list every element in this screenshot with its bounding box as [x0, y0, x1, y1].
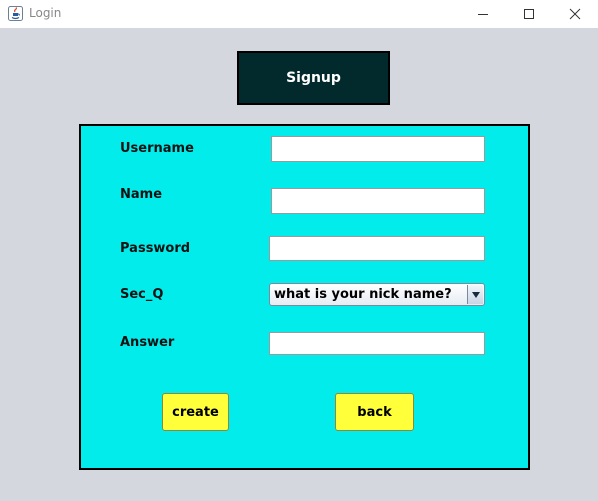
name-field[interactable]: [271, 188, 485, 214]
java-app-icon: [8, 6, 23, 21]
sec-q-label: Sec_Q: [120, 287, 164, 302]
signup-header: Signup: [237, 51, 390, 105]
back-button-label: back: [357, 404, 392, 420]
password-label: Password: [120, 241, 191, 256]
window-title: Login: [29, 6, 62, 20]
username-label: Username: [120, 141, 194, 156]
title-bar: Login: [0, 0, 598, 28]
close-button[interactable]: [552, 0, 598, 28]
signup-title: Signup: [286, 70, 341, 86]
name-label: Name: [120, 187, 163, 202]
back-button[interactable]: back: [335, 393, 414, 431]
answer-label: Answer: [120, 335, 175, 350]
close-icon: [569, 8, 581, 20]
password-field[interactable]: [269, 236, 485, 261]
minimize-button[interactable]: [460, 0, 506, 28]
security-question-select[interactable]: what is your nick name?: [269, 283, 485, 306]
dropdown-button[interactable]: [467, 285, 483, 304]
username-field[interactable]: [271, 136, 485, 162]
maximize-icon: [524, 9, 534, 19]
answer-field[interactable]: [269, 332, 485, 355]
chevron-down-icon: [471, 291, 480, 298]
create-button-label: create: [172, 404, 219, 420]
security-question-selected: what is your nick name?: [274, 287, 452, 302]
create-button[interactable]: create: [162, 393, 229, 431]
maximize-button[interactable]: [506, 0, 552, 28]
minimize-icon: [478, 14, 488, 15]
